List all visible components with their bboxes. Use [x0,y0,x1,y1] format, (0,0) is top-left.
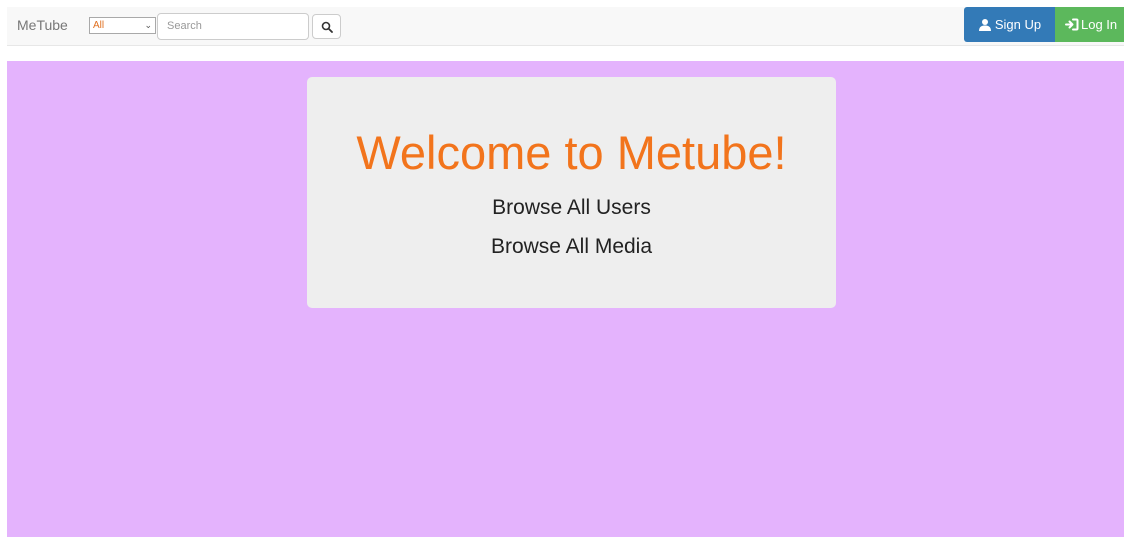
search-placeholder: Search [167,20,202,32]
search-icon [321,21,333,33]
log-in-label: Log In [1081,17,1118,32]
brand-link[interactable]: MeTube [17,17,68,33]
welcome-panel: Welcome to Metube! Browse All Users Brow… [307,77,836,308]
log-in-button[interactable]: Log In [1055,7,1124,42]
user-icon [978,18,991,31]
navbar: MeTube All ⌄ Search Sign Up Log In [7,7,1124,46]
sign-up-button[interactable]: Sign Up [964,7,1055,42]
search-button[interactable] [312,14,341,39]
sign-up-label: Sign Up [994,17,1042,32]
search-input[interactable]: Search [157,13,309,40]
category-select-value: All [93,20,105,31]
browse-users-link[interactable]: Browse All Users [307,195,836,221]
category-select[interactable]: All ⌄ [89,17,156,34]
browse-media-link[interactable]: Browse All Media [307,234,836,260]
page-title: Welcome to Metube! [356,126,787,179]
chevron-down-icon: ⌄ [144,20,152,30]
app-window: MeTube All ⌄ Search Sign Up Log In Welco… [7,7,1124,537]
content-area: Welcome to Metube! Browse All Users Brow… [7,61,1124,537]
login-icon [1065,18,1079,31]
